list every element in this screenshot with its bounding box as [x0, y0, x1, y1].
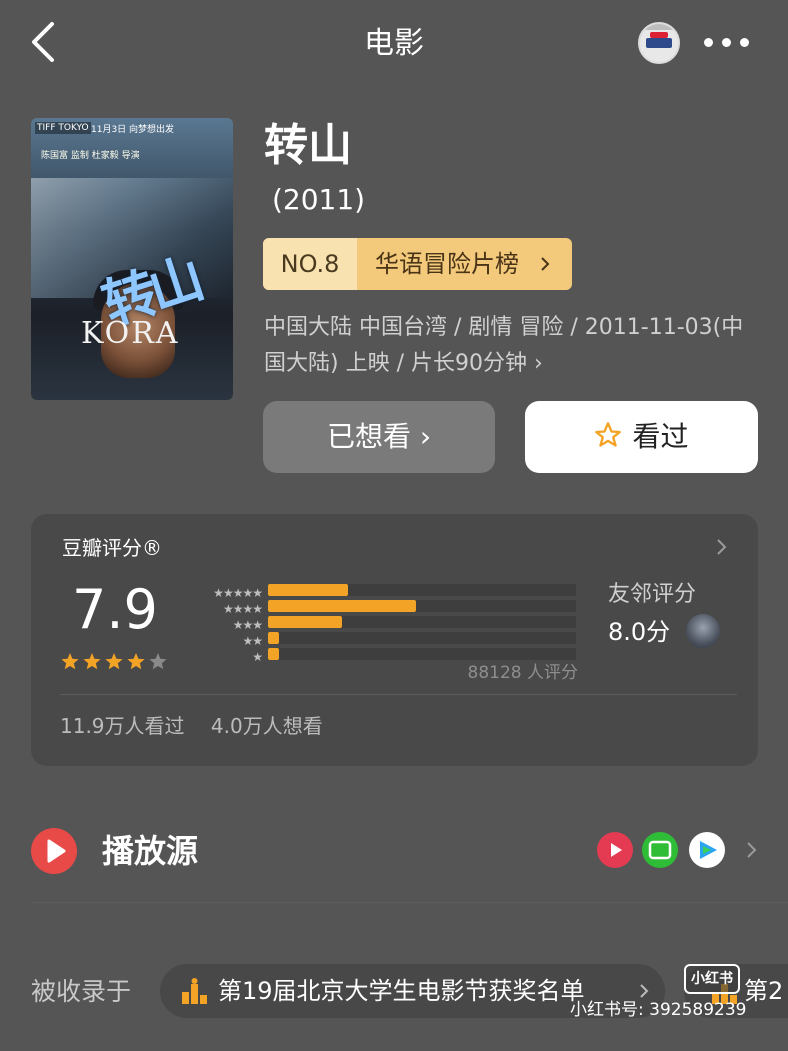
distribution-bar-track: [268, 616, 576, 628]
chevron-right-icon: ›: [419, 420, 432, 453]
distribution-bar-track: [268, 584, 576, 596]
star-level-row-label: ★: [252, 646, 263, 664]
star-filled-icon: [61, 653, 79, 670]
star-small-icon: ★: [232, 618, 244, 632]
star-empty-icon: [149, 653, 167, 670]
star-level-row-label: ★★★: [232, 614, 263, 632]
movie-year: (2011): [272, 183, 366, 216]
more-options-icon[interactable]: [704, 36, 750, 50]
rating-count: 88128 人评分: [467, 663, 578, 683]
play-icon[interactable]: [31, 828, 77, 874]
collection-item-label: 第19届北京大学生电影节获奖名单: [218, 977, 585, 1005]
rating-stars: [61, 653, 167, 670]
collection-item-label: 第2: [744, 977, 784, 1005]
chevron-right-icon[interactable]: [714, 538, 728, 556]
distribution-bar-fill: [268, 584, 349, 596]
user-avatar[interactable]: [638, 22, 680, 64]
star-level-row-label: ★★★★★: [213, 582, 263, 600]
video-source-icon[interactable]: [597, 832, 633, 868]
star-filled-icon: [127, 653, 145, 670]
collections-label: 被收录于: [31, 977, 132, 1006]
iqiyi-icon[interactable]: [642, 832, 678, 868]
meta-line-1: 中国大陆 中国台湾 / 剧情 冒险 / 2011-11-03(中: [264, 315, 744, 340]
star-outline-icon: [595, 422, 622, 447]
star-small-icon: ★: [242, 634, 253, 648]
chevron-right-icon: [640, 984, 649, 998]
distribution-bar-track: [268, 600, 576, 612]
star-level-row-label: ★★: [242, 630, 263, 648]
star-filled-icon: [105, 653, 123, 670]
chevron-right-icon: [541, 257, 550, 271]
distribution-bar-fill: [268, 632, 279, 644]
poster-english-title: KORA: [81, 316, 180, 351]
divider: [31, 902, 788, 903]
star-small-icon: ★: [222, 602, 234, 616]
rating-title: 豆瓣评分®: [62, 536, 162, 560]
poster-release-text: 11月3日 向梦想出发: [91, 125, 175, 135]
distribution-bar-fill: [268, 600, 416, 612]
star-filled-icon: [83, 653, 101, 670]
meta-line-2: 国大陆) 上映 / 片长90分钟 ›: [264, 351, 543, 376]
movie-poster[interactable]: TIFF TOKYO 11月3日 向梦想出发 陈国富 监制 杜家毅 导演 转山 …: [31, 118, 233, 400]
poster-credits-text: 陈国富 监制 杜家毅 导演: [41, 151, 140, 161]
distribution-bar-track: [268, 632, 576, 644]
watch-stats: 11.9万人看过 4.0万人想看: [60, 710, 343, 742]
movie-title: 转山: [264, 120, 352, 171]
watermark-logo: 小红书: [684, 964, 740, 994]
distribution-bar-fill: [268, 648, 279, 660]
divider: [60, 694, 737, 695]
play-source-label[interactable]: 播放源: [102, 828, 198, 874]
movie-meta[interactable]: 中国大陆 中国台湾 / 剧情 冒险 / 2011-11-03(中 国大陆) 上映…: [264, 310, 764, 382]
distribution-bar-track: [268, 648, 576, 660]
rating-score: 7.9: [72, 578, 158, 641]
rank-list-name: 华语冒险片榜: [375, 250, 519, 278]
friend-avatar[interactable]: [686, 614, 720, 648]
star-small-icon: ★: [213, 586, 224, 600]
ranking-chart-icon: [182, 978, 207, 1004]
chevron-right-icon: ›: [533, 351, 543, 376]
chevron-right-icon[interactable]: [744, 840, 758, 860]
watermark-id: 小红书号: 392589239: [570, 1000, 747, 1020]
rank-badge[interactable]: NO.8 华语冒险片榜: [263, 238, 572, 290]
seen-button[interactable]: 看过: [525, 401, 758, 473]
seen-count: 11.9万人看过: [60, 714, 185, 738]
poster-festival-text: TIFF TOKYO: [35, 122, 91, 134]
tencent-video-icon[interactable]: [689, 832, 725, 868]
want-to-watch-button[interactable]: 已想看 ›: [263, 401, 495, 473]
rank-number: NO.8: [263, 238, 357, 290]
neighbor-rating-label: 友邻评分: [608, 582, 697, 607]
neighbor-rating-score: 8.0分: [608, 618, 671, 646]
want-count: 4.0万人想看: [210, 714, 323, 738]
distribution-bar-fill: [268, 616, 342, 628]
star-level-row-label: ★★★★: [222, 598, 263, 616]
star-small-icon: ★: [252, 650, 263, 664]
